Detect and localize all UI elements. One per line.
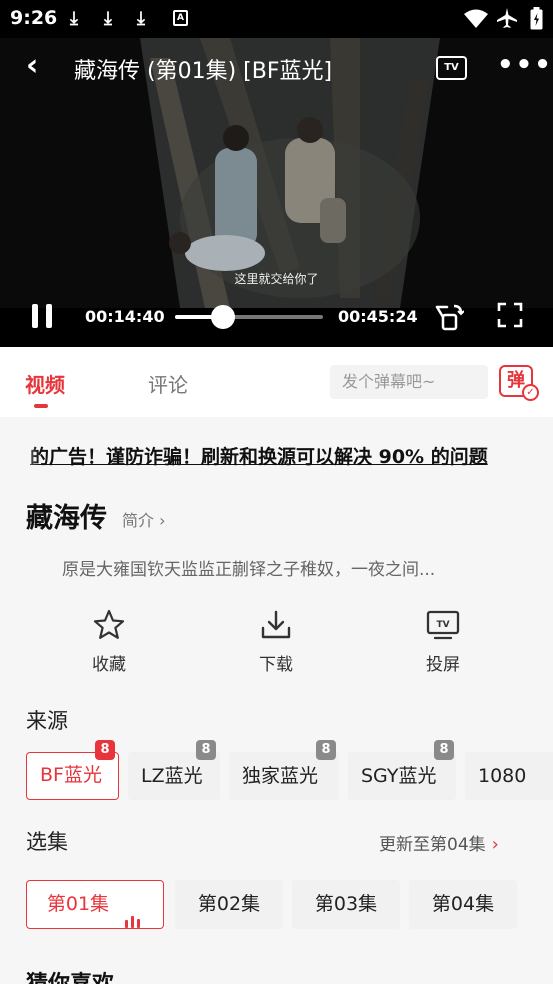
- episode-chip[interactable]: 第01集: [26, 880, 164, 929]
- tab-video[interactable]: 视频: [25, 369, 65, 398]
- a-box-icon: A: [173, 10, 188, 26]
- back-chevron-left-icon[interactable]: ‹: [26, 48, 38, 83]
- video-subtitle: 这里就交给你了: [234, 272, 319, 286]
- download-icon: ⤓: [104, 8, 112, 29]
- now-playing-icon: [125, 882, 143, 928]
- source-chip[interactable]: 1080: [465, 752, 553, 800]
- download-label: 下载: [259, 655, 293, 675]
- current-time: 00:14:40: [85, 307, 165, 326]
- episodes-update-link[interactable]: 更新至第04集 ›: [379, 830, 499, 855]
- source-count-badge: 8: [196, 740, 216, 760]
- episode-chip[interactable]: 第02集: [175, 880, 283, 929]
- download-icon: ⤓: [70, 8, 78, 29]
- svg-text:TV: TV: [436, 620, 449, 630]
- source-count-badge: 8: [95, 740, 115, 760]
- episode-chip[interactable]: 第03集: [292, 880, 400, 929]
- video-title: 藏海传 (第01集) [BF蓝光]: [74, 59, 333, 84]
- more-dots-icon[interactable]: •••: [497, 50, 553, 80]
- tv-cast-icon[interactable]: TV: [436, 56, 467, 80]
- source-count-badge: 8: [316, 740, 336, 760]
- update-text: 更新至第04集: [379, 835, 486, 855]
- favorite-button[interactable]: 收藏: [69, 608, 149, 675]
- airplane-icon: [497, 8, 517, 28]
- show-title: 藏海传: [26, 503, 107, 534]
- check-icon: ✓: [522, 384, 539, 401]
- player-controls: 00:14:40 00:45:24: [0, 288, 553, 347]
- favorite-label: 收藏: [92, 655, 126, 675]
- video-detail-content[interactable]: 的广告！谨防诈骗！刷新和换源可以解决 90% 的问题 藏海传 简介 › 原是大雍…: [0, 418, 553, 984]
- episode-chip[interactable]: 第04集: [409, 880, 517, 929]
- detail-tabs: 视频 评论 发个弹幕吧~ 弹 ✓: [0, 347, 553, 417]
- sources-title: 来源: [26, 709, 68, 733]
- download-icon: [261, 610, 291, 639]
- download-icon: ⤓: [137, 8, 145, 29]
- rotate-screen-icon[interactable]: [434, 302, 464, 332]
- notice-marquee: 的广告！谨防诈骗！刷新和换源可以解决 90% 的问题: [0, 442, 553, 472]
- battery-icon: [530, 7, 543, 30]
- notice-text: 的广告！谨防诈骗！刷新和换源可以解决 90% 的问题: [30, 446, 488, 468]
- cast-button[interactable]: TV 投屏: [403, 608, 483, 675]
- pause-icon[interactable]: [32, 304, 54, 328]
- chevron-right-icon: ›: [491, 834, 499, 855]
- tab-indicator: [34, 404, 48, 408]
- episode-label: 第01集: [46, 893, 110, 915]
- intro-link-label: 简介: [122, 511, 155, 530]
- episodes-title: 选集: [26, 830, 68, 854]
- download-button[interactable]: 下载: [236, 608, 316, 675]
- danmaku-input[interactable]: 发个弹幕吧~: [330, 365, 488, 399]
- recommend-title: 猜你喜欢: [26, 966, 114, 984]
- player-top-bar: ‹ 藏海传 (第01集) [BF蓝光] TV •••: [0, 38, 553, 98]
- wifi-icon: [464, 9, 488, 28]
- video-player[interactable]: ‹ 藏海传 (第01集) [BF蓝光] TV ••• 这里就交给你了 00:14…: [0, 38, 553, 347]
- synopsis[interactable]: 原是大雍国钦天监监正蒯铎之子稚奴，一夜之间...: [62, 555, 502, 580]
- seek-handle[interactable]: [210, 305, 235, 329]
- tab-comments[interactable]: 评论: [148, 369, 188, 398]
- status-time: 9:26: [10, 7, 58, 29]
- cast-label: 投屏: [426, 655, 460, 675]
- source-count-badge: 8: [434, 740, 454, 760]
- fullscreen-icon[interactable]: [497, 302, 523, 328]
- chevron-right-icon: ›: [159, 511, 166, 530]
- tv-cast-icon: TV: [426, 610, 460, 640]
- duration-time: 00:45:24: [338, 307, 418, 326]
- seek-bar[interactable]: [175, 305, 323, 329]
- intro-link[interactable]: 简介 ›: [122, 507, 166, 531]
- danmaku-toggle-button[interactable]: 弹 ✓: [499, 365, 539, 401]
- star-icon: [93, 609, 125, 639]
- status-bar: 9:26 ⤓ ⤓ ⤓ A: [0, 0, 553, 38]
